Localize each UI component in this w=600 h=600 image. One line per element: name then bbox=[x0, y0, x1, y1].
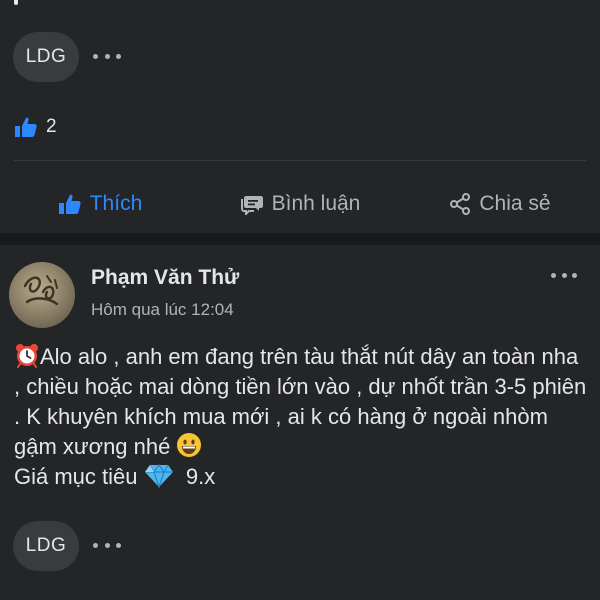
calligraphy-avatar-image bbox=[23, 275, 59, 306]
like-button[interactable]: Thích bbox=[0, 176, 200, 232]
more-icon[interactable] bbox=[551, 270, 577, 280]
text-fragment bbox=[14, 0, 18, 5]
comment-icon bbox=[240, 196, 263, 215]
post-text: Alo alo , anh em đang trên tàu thắt nút … bbox=[14, 344, 587, 459]
reaction-summary[interactable]: 2 bbox=[14, 114, 57, 140]
comment-avatar[interactable]: LDG bbox=[13, 521, 79, 571]
comment-button[interactable]: Bình luận bbox=[200, 176, 400, 232]
target-price-label: Giá mục tiêu bbox=[14, 464, 138, 489]
comment-options-icon[interactable] bbox=[93, 51, 121, 61]
gem-icon bbox=[144, 463, 173, 488]
comment-avatar[interactable]: LDG bbox=[13, 32, 79, 82]
share-label: Chia sẻ bbox=[479, 192, 551, 215]
like-label: Thích bbox=[89, 192, 143, 215]
share-icon bbox=[450, 193, 471, 215]
target-price-line: Giá mục tiêu 9.x bbox=[14, 462, 590, 492]
post-paragraph: Alo alo , anh em đang trên tàu thắt nút … bbox=[14, 342, 590, 462]
action-bar: Thích Bình luận Chia sẻ bbox=[0, 176, 600, 232]
comment-options-icon[interactable] bbox=[93, 540, 121, 550]
post-timestamp[interactable]: Hôm qua lúc 12:04 bbox=[91, 300, 234, 320]
divider bbox=[14, 160, 586, 161]
author-avatar[interactable] bbox=[9, 262, 75, 328]
thumbs-up-icon bbox=[15, 117, 37, 137]
author-name[interactable]: Phạm Văn Thử bbox=[91, 266, 239, 290]
grinning-face-icon bbox=[177, 433, 202, 457]
reaction-count: 2 bbox=[46, 116, 57, 137]
alarm-clock-icon bbox=[16, 344, 38, 368]
share-button[interactable]: Chia sẻ bbox=[400, 176, 600, 232]
comment-label: Bình luận bbox=[271, 192, 361, 215]
target-price-value: 9.x bbox=[185, 464, 216, 489]
top-edge bbox=[0, 0, 600, 8]
thumbs-up-icon bbox=[58, 194, 81, 214]
post-body: Alo alo , anh em đang trên tàu thắt nút … bbox=[14, 342, 590, 492]
post-separator bbox=[0, 233, 600, 245]
